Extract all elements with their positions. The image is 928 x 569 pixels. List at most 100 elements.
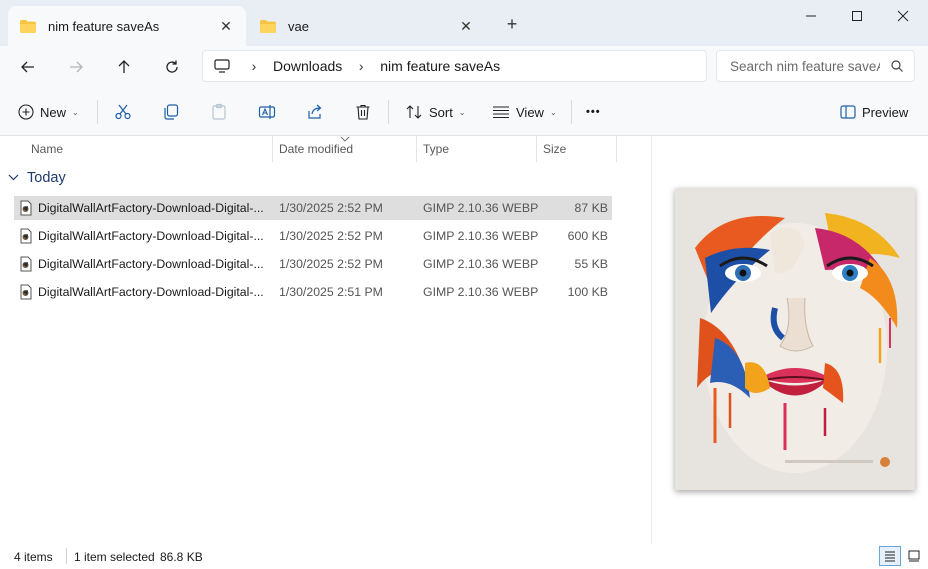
search-input[interactable] bbox=[730, 58, 880, 74]
column-divider[interactable] bbox=[536, 136, 537, 162]
trash-icon bbox=[356, 104, 370, 120]
sort-button[interactable]: Sort ⌄ bbox=[405, 96, 466, 128]
delete-button[interactable] bbox=[354, 96, 372, 128]
new-tab-button[interactable]: + bbox=[498, 10, 526, 38]
minimize-icon[interactable] bbox=[788, 0, 834, 32]
folder-icon bbox=[20, 19, 36, 33]
tiles-view-button[interactable] bbox=[903, 546, 925, 566]
column-header-name[interactable]: Name bbox=[31, 136, 63, 162]
search-box[interactable] bbox=[716, 50, 915, 82]
breadcrumb-separator[interactable]: › bbox=[348, 58, 374, 74]
file-name: DigitalWallArtFactory-Download-Digital-.… bbox=[38, 229, 264, 243]
group-header-today[interactable]: Today bbox=[8, 170, 66, 186]
rename-icon bbox=[258, 105, 276, 119]
file-size: 55 KB bbox=[574, 257, 609, 271]
column-header-size[interactable]: Size bbox=[543, 136, 566, 162]
gimp-file-icon bbox=[18, 256, 34, 272]
chevron-down-icon bbox=[8, 172, 19, 184]
file-row[interactable]: DigitalWallArtFactory-Download-Digital-.… bbox=[14, 252, 612, 276]
details-view-button[interactable] bbox=[879, 546, 901, 566]
cut-button[interactable] bbox=[114, 96, 132, 128]
selection-count: 1 item selected bbox=[74, 550, 155, 564]
chevron-down-icon: ⌄ bbox=[549, 107, 557, 117]
file-type: GIMP 2.10.36 WEBP bbox=[423, 285, 539, 299]
address-bar[interactable]: › Downloads › nim feature saveAs bbox=[202, 50, 707, 82]
file-size: 100 KB bbox=[567, 285, 608, 299]
copy-button[interactable] bbox=[162, 96, 180, 128]
close-tab-icon[interactable]: ✕ bbox=[452, 12, 480, 40]
refresh-button[interactable] bbox=[155, 50, 189, 84]
file-row[interactable]: DigitalWallArtFactory-Download-Digital-.… bbox=[14, 196, 612, 220]
column-divider[interactable] bbox=[416, 136, 417, 162]
sort-label: Sort bbox=[429, 104, 453, 120]
breadcrumb-current-folder[interactable]: nim feature saveAs bbox=[374, 58, 506, 74]
file-name: DigitalWallArtFactory-Download-Digital-.… bbox=[38, 285, 264, 299]
preview-pane-button[interactable]: Preview bbox=[840, 96, 908, 128]
refresh-icon bbox=[166, 60, 178, 73]
column-divider[interactable] bbox=[272, 136, 273, 162]
breadcrumb-separator[interactable]: › bbox=[241, 58, 267, 74]
back-arrow-icon bbox=[21, 61, 34, 73]
rename-button[interactable] bbox=[258, 96, 276, 128]
forward-arrow-icon bbox=[70, 61, 83, 73]
computer-icon[interactable] bbox=[203, 51, 241, 81]
preview-pane-icon bbox=[840, 105, 856, 119]
breadcrumb-downloads[interactable]: Downloads bbox=[267, 58, 348, 74]
file-name: DigitalWallArtFactory-Download-Digital-.… bbox=[38, 201, 264, 215]
item-count: 4 items bbox=[14, 550, 53, 564]
column-divider[interactable] bbox=[616, 136, 617, 162]
file-type: GIMP 2.10.36 WEBP bbox=[423, 257, 539, 271]
gimp-file-icon bbox=[18, 284, 34, 300]
up-button[interactable] bbox=[107, 50, 141, 84]
file-row[interactable]: DigitalWallArtFactory-Download-Digital-.… bbox=[14, 224, 612, 248]
file-type: GIMP 2.10.36 WEBP bbox=[423, 201, 539, 215]
toolbar-divider bbox=[97, 100, 98, 124]
sort-indicator-icon bbox=[340, 136, 350, 142]
maximize-icon[interactable] bbox=[834, 0, 880, 32]
file-name: DigitalWallArtFactory-Download-Digital-.… bbox=[38, 257, 264, 271]
forward-button[interactable] bbox=[59, 50, 93, 84]
gimp-file-icon bbox=[18, 228, 34, 244]
paste-button[interactable] bbox=[210, 96, 228, 128]
gimp-file-icon bbox=[18, 200, 34, 216]
clipboard-icon bbox=[212, 103, 226, 120]
share-button[interactable] bbox=[306, 96, 324, 128]
column-header-type[interactable]: Type bbox=[423, 136, 449, 162]
back-button[interactable] bbox=[11, 50, 45, 84]
plus-circle-icon bbox=[18, 104, 34, 120]
view-button[interactable]: View ⌄ bbox=[492, 96, 557, 128]
file-row[interactable]: DigitalWallArtFactory-Download-Digital-.… bbox=[14, 280, 612, 304]
file-date: 1/30/2025 2:51 PM bbox=[279, 285, 383, 299]
file-date: 1/30/2025 2:52 PM bbox=[279, 201, 383, 215]
toolbar-divider bbox=[388, 100, 389, 124]
preview-pane-divider[interactable] bbox=[651, 136, 652, 544]
file-size: 87 KB bbox=[574, 201, 609, 215]
new-button[interactable]: New ⌄ bbox=[18, 96, 79, 128]
preview-image bbox=[675, 188, 915, 490]
share-icon bbox=[308, 104, 322, 119]
chevron-down-icon: ⌄ bbox=[458, 107, 466, 117]
large-icons-view-icon bbox=[908, 550, 920, 562]
toolbar-divider bbox=[571, 100, 572, 124]
new-label: New bbox=[40, 104, 67, 120]
close-icon[interactable] bbox=[880, 0, 926, 32]
command-bar: New ⌄ Sort ⌄ View ⌄ ••• Preview bbox=[0, 88, 928, 136]
scissors-icon bbox=[115, 104, 131, 120]
close-tab-icon[interactable]: ✕ bbox=[212, 12, 240, 40]
view-label: View bbox=[516, 104, 544, 120]
status-divider bbox=[66, 548, 67, 564]
tab-vae[interactable]: vae ✕ bbox=[248, 6, 486, 46]
file-date: 1/30/2025 2:52 PM bbox=[279, 257, 383, 271]
view-list-icon bbox=[493, 106, 509, 119]
up-arrow-icon bbox=[118, 60, 130, 73]
group-label: Today bbox=[27, 170, 66, 186]
title-bar: nim feature saveAs ✕ vae ✕ + bbox=[0, 0, 928, 46]
file-type: GIMP 2.10.36 WEBP bbox=[423, 229, 539, 243]
more-options-button[interactable]: ••• bbox=[586, 96, 601, 128]
tab-nim-feature-saveas[interactable]: nim feature saveAs ✕ bbox=[8, 6, 246, 46]
search-icon bbox=[890, 59, 904, 76]
status-bar: 4 items 1 item selected 86.8 KB bbox=[0, 544, 928, 569]
navigation-bar: › Downloads › nim feature saveAs bbox=[0, 46, 928, 88]
preview-label: Preview bbox=[862, 104, 909, 120]
sort-icon bbox=[406, 105, 422, 119]
